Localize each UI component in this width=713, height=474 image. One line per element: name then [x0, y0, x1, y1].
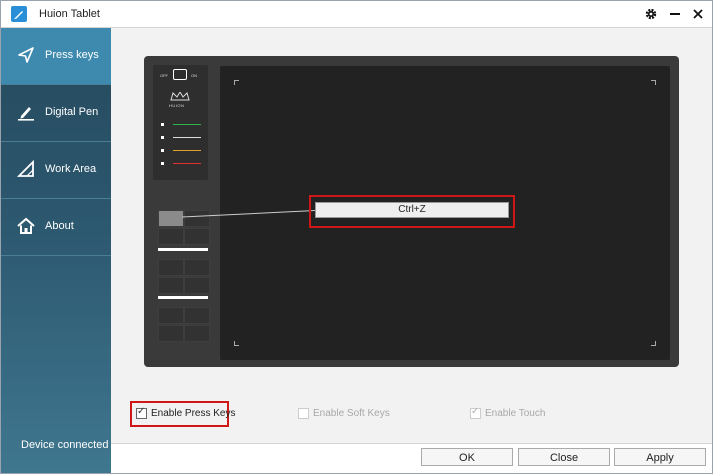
sidebar-item-work-area[interactable]: Work Area [1, 142, 111, 199]
sidebar-item-label: About [45, 220, 74, 232]
title-bar: Huion Tablet [1, 1, 712, 28]
enable-soft-keys-option: Enable Soft Keys [298, 405, 390, 421]
sidebar-item-label: Press keys [45, 49, 99, 61]
enable-touch-checkbox: ✓ [470, 405, 481, 419]
home-icon [17, 217, 35, 234]
close-button[interactable]: Close [518, 448, 610, 466]
apply-button[interactable]: Apply [614, 448, 706, 466]
device-status: Device connected [21, 439, 109, 451]
minimize-icon[interactable] [666, 5, 684, 23]
enable-touch-option: ✓ Enable Touch [470, 405, 545, 421]
sidebar-item-digital-pen[interactable]: Digital Pen [1, 85, 111, 142]
settings-gear-icon[interactable] [642, 5, 660, 23]
pen-icon [18, 107, 34, 121]
window-title: Huion Tablet [39, 8, 100, 20]
enable-press-keys-checkbox[interactable]: ✓ [136, 406, 147, 419]
sidebar: Press keys Digital Pen Work Area About D… [1, 28, 111, 473]
enable-soft-keys-label: Enable Soft Keys [313, 407, 390, 419]
key-assignment-field[interactable]: Ctrl+Z [315, 202, 509, 218]
enable-touch-label: Enable Touch [485, 407, 546, 419]
enable-press-keys-label: Enable Press Keys [151, 407, 236, 419]
triangle-ruler-icon [17, 160, 34, 177]
enable-press-keys-option[interactable]: ✓ Enable Press Keys [136, 405, 236, 421]
send-arrow-icon [18, 47, 34, 63]
enable-soft-keys-checkbox [298, 407, 309, 419]
sidebar-item-label: Work Area [45, 163, 97, 175]
huion-tablet-window: Huion Tablet Press keys Digital Pen Work… [0, 0, 713, 474]
close-icon[interactable] [689, 5, 707, 23]
main-content: OFF ON HUION Ctrl+Z ✓ Enable Press Keys … [111, 28, 712, 473]
sidebar-item-about[interactable]: About [1, 199, 111, 256]
dialog-button-bar: OK Close Apply [111, 443, 712, 473]
huion-app-icon [11, 6, 27, 22]
ok-button[interactable]: OK [421, 448, 513, 466]
sidebar-item-press-keys[interactable]: Press keys [1, 28, 111, 85]
sidebar-item-label: Digital Pen [45, 106, 99, 118]
